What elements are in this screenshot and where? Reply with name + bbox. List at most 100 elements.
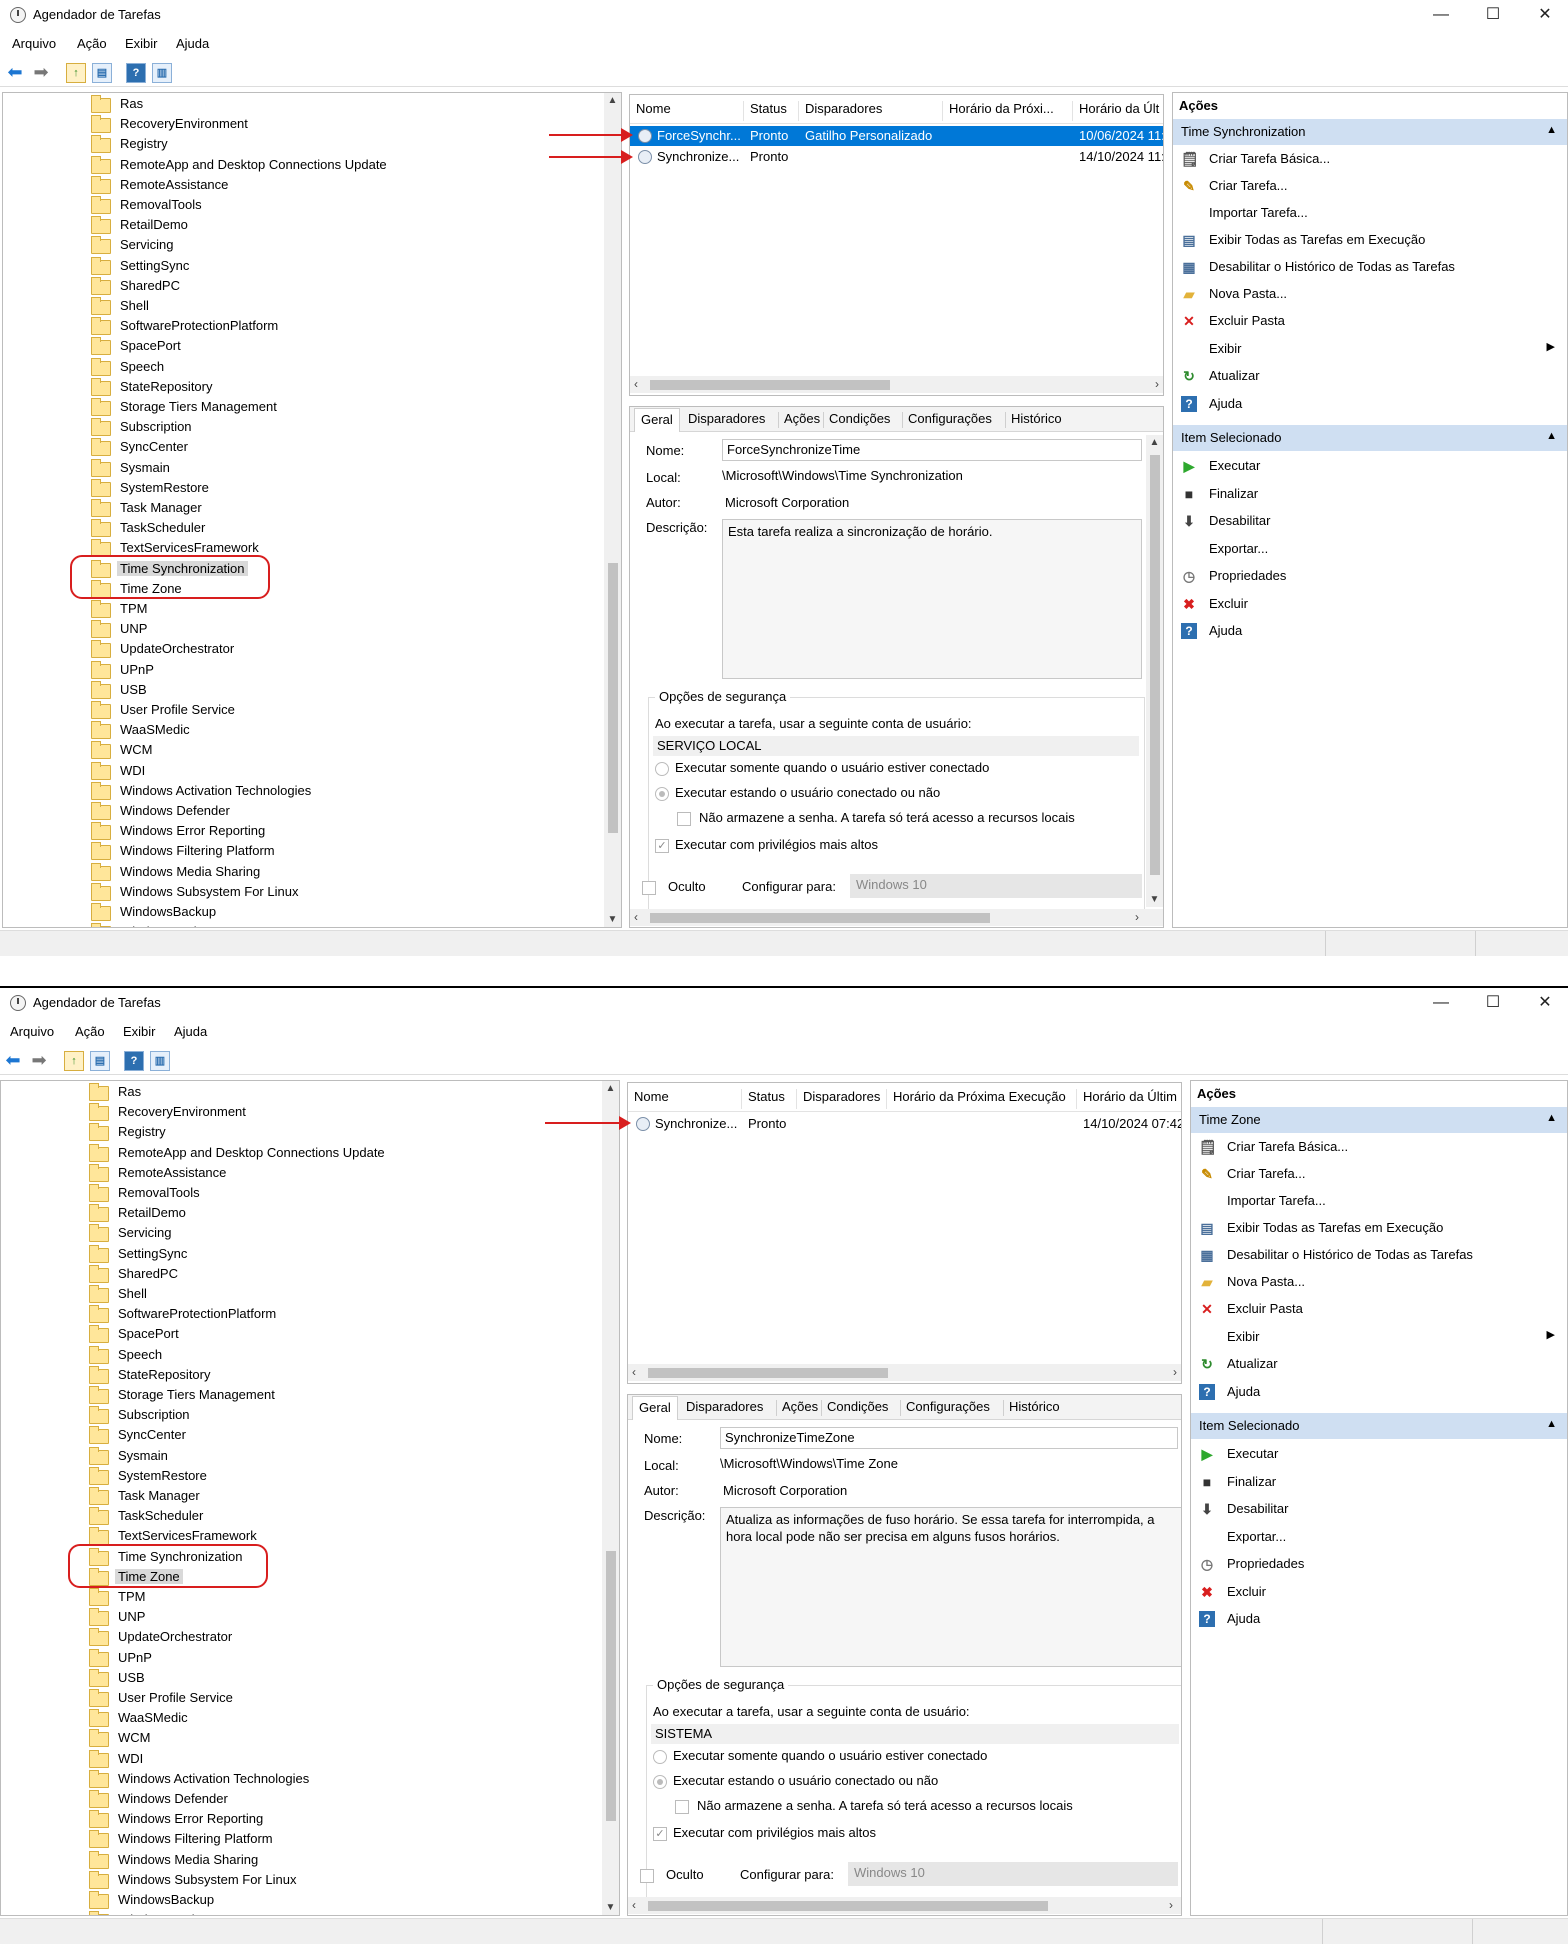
action-item[interactable]: ▤ Exibir Todas as Tarefas em Execução	[1173, 227, 1567, 254]
checkbox-no-password[interactable]	[677, 812, 691, 826]
task-description-field[interactable]: Esta tarefa realiza a sincronização de h…	[722, 519, 1142, 679]
action-item[interactable]: ↻ Atualizar	[1191, 1351, 1567, 1378]
detail-horizontal-scrollbar[interactable]: ‹ ›	[630, 909, 1163, 926]
checkbox-no-password[interactable]	[675, 1800, 689, 1814]
up-folder-icon[interactable]: ↑	[64, 1051, 84, 1071]
action-item[interactable]: ✕ Excluir Pasta	[1173, 308, 1567, 335]
checkbox-hidden[interactable]	[640, 1869, 654, 1883]
maximize-button[interactable]: ☐	[1470, 2, 1516, 28]
action-item[interactable]: ? Ajuda	[1173, 391, 1567, 418]
action-item[interactable]: ■ Finalizar	[1173, 481, 1567, 508]
action-item[interactable]: Exportar...	[1191, 1524, 1567, 1551]
radio-logged-or-not[interactable]	[655, 787, 669, 801]
action-item[interactable]: ✎ Criar Tarefa...	[1173, 173, 1567, 200]
task-row[interactable]: ForceSynchr... Pronto Gatilho Personaliz…	[630, 126, 1163, 146]
forward-arrow-icon[interactable]: ➡	[32, 63, 50, 81]
tab-geral[interactable]: Geral	[634, 408, 680, 432]
action-item[interactable]: Exibir ▶	[1191, 1324, 1567, 1351]
scroll-thumb[interactable]	[606, 1551, 616, 1821]
tab-condicoes[interactable]: Condições	[829, 411, 890, 426]
back-arrow-icon[interactable]: ⬅	[6, 63, 24, 81]
menu-ajuda[interactable]: Ajuda	[174, 1024, 207, 1039]
radio-logged-or-not[interactable]	[653, 1775, 667, 1789]
checkbox-hidden[interactable]	[642, 881, 656, 895]
action-item[interactable]: 🗒 Criar Tarefa Básica...	[1173, 146, 1567, 173]
scroll-down-icon[interactable]: ▼	[604, 1902, 617, 1913]
tab-historico[interactable]: Histórico	[1009, 1399, 1060, 1414]
action-item[interactable]: ? Ajuda	[1191, 1379, 1567, 1406]
column-header-last-run[interactable]: Horário da Últim	[1077, 1089, 1181, 1109]
folder-tree[interactable]: ▲ ▼ Ras RecoveryEnvironment Registry Remote…	[0, 1080, 620, 1916]
menu-acao[interactable]: Ação	[75, 1024, 105, 1039]
action-item[interactable]: ▶ Executar	[1173, 453, 1567, 480]
column-header-status[interactable]: Status	[744, 101, 799, 121]
scroll-left-icon[interactable]: ‹	[632, 1898, 636, 1912]
back-arrow-icon[interactable]: ⬅	[4, 1051, 22, 1069]
action-item[interactable]: ▦ Desabilitar o Histórico de Todas as Tar…	[1173, 254, 1567, 281]
tab-configuracoes[interactable]: Configurações	[906, 1399, 990, 1414]
checkbox-highest-privileges[interactable]: ✓	[653, 1827, 667, 1841]
action-item[interactable]: 🗒 Criar Tarefa Básica...	[1191, 1134, 1567, 1161]
task-description-field[interactable]: Atualiza as informações de fuso horário.…	[720, 1507, 1181, 1667]
tree-vertical-scrollbar[interactable]: ▲ ▼	[602, 1081, 619, 1915]
tab-condicoes[interactable]: Condições	[827, 1399, 888, 1414]
action-item[interactable]: ✖ Excluir	[1191, 1579, 1567, 1606]
radio-only-logged[interactable]	[653, 1750, 667, 1764]
forward-arrow-icon[interactable]: ➡	[30, 1051, 48, 1069]
task-name-field[interactable]: ForceSynchronizeTime	[722, 439, 1142, 461]
action-item[interactable]: ✕ Excluir Pasta	[1191, 1296, 1567, 1323]
menu-arquivo[interactable]: Arquivo	[10, 1024, 54, 1039]
action-item[interactable]: ? Ajuda	[1191, 1606, 1567, 1633]
action-item[interactable]: Importar Tarefa...	[1173, 200, 1567, 227]
tab-configuracoes[interactable]: Configurações	[908, 411, 992, 426]
maximize-button[interactable]: ☐	[1470, 990, 1516, 1016]
task-row[interactable]: Synchronize... Pronto 14/10/2024 07:42	[628, 1114, 1181, 1134]
action-item[interactable]: ▶ Executar	[1191, 1441, 1567, 1468]
actions-folder-section[interactable]: Time Synchronization ▲	[1173, 119, 1567, 145]
task-list[interactable]: Nome Status Disparadores Horário da Próx…	[629, 94, 1164, 396]
menu-ajuda[interactable]: Ajuda	[176, 36, 209, 51]
tree-vertical-scrollbar[interactable]: ▲ ▼	[604, 93, 621, 927]
tab-acoes[interactable]: Ações	[782, 1399, 818, 1414]
configure-for-select[interactable]: Windows 10	[850, 874, 1142, 898]
scroll-down-icon[interactable]: ▼	[1148, 894, 1161, 905]
scroll-right-icon[interactable]: ›	[1169, 1898, 1173, 1912]
scroll-thumb[interactable]	[650, 913, 990, 923]
scroll-left-icon[interactable]: ‹	[634, 377, 638, 391]
scroll-thumb[interactable]	[1150, 455, 1160, 875]
scroll-thumb[interactable]	[648, 1901, 1048, 1911]
collapse-icon[interactable]: ▲	[1546, 1112, 1557, 1124]
show-hide-tree-icon[interactable]: ▤	[90, 1051, 110, 1071]
collapse-icon[interactable]: ▲	[1546, 1418, 1557, 1430]
action-item[interactable]: Exportar...	[1173, 536, 1567, 563]
action-item[interactable]: ▰ Nova Pasta...	[1173, 281, 1567, 308]
action-item[interactable]: ✖ Excluir	[1173, 591, 1567, 618]
scroll-up-icon[interactable]: ▲	[606, 95, 619, 106]
help-icon[interactable]: ?	[124, 1051, 144, 1071]
collapse-icon[interactable]: ▲	[1546, 430, 1557, 442]
action-item[interactable]: ↻ Atualizar	[1173, 363, 1567, 390]
minimize-button[interactable]: —	[1418, 990, 1464, 1016]
action-item[interactable]: Importar Tarefa...	[1191, 1188, 1567, 1215]
scroll-down-icon[interactable]: ▼	[606, 914, 619, 925]
actions-selected-item-section[interactable]: Item Selecionado ▲	[1173, 425, 1567, 451]
collapse-icon[interactable]: ▲	[1546, 124, 1557, 136]
minimize-button[interactable]: —	[1418, 2, 1464, 28]
task-list-horizontal-scrollbar[interactable]: ‹ ›	[628, 1364, 1181, 1381]
configure-for-select[interactable]: Windows 10	[848, 1862, 1178, 1886]
menu-exibir[interactable]: Exibir	[125, 36, 158, 51]
column-header-triggers[interactable]: Disparadores	[799, 101, 943, 121]
column-header-next-run[interactable]: Horário da Próxima Execução	[887, 1089, 1077, 1109]
tab-geral[interactable]: Geral	[632, 1396, 678, 1420]
task-list-horizontal-scrollbar[interactable]: ‹ ›	[630, 376, 1163, 393]
detail-horizontal-scrollbar[interactable]: ‹ ›	[628, 1897, 1181, 1914]
scroll-left-icon[interactable]: ‹	[634, 910, 638, 924]
column-header-triggers[interactable]: Disparadores	[797, 1089, 887, 1109]
column-header-name[interactable]: Nome	[628, 1089, 742, 1109]
menu-acao[interactable]: Ação	[77, 36, 107, 51]
help-icon[interactable]: ?	[126, 63, 146, 83]
action-item[interactable]: ✎ Criar Tarefa...	[1191, 1161, 1567, 1188]
show-hide-action-pane-icon[interactable]: ▥	[152, 63, 172, 83]
tab-disparadores[interactable]: Disparadores	[686, 1399, 763, 1414]
column-header-next-run[interactable]: Horário da Próxi...	[943, 101, 1073, 121]
